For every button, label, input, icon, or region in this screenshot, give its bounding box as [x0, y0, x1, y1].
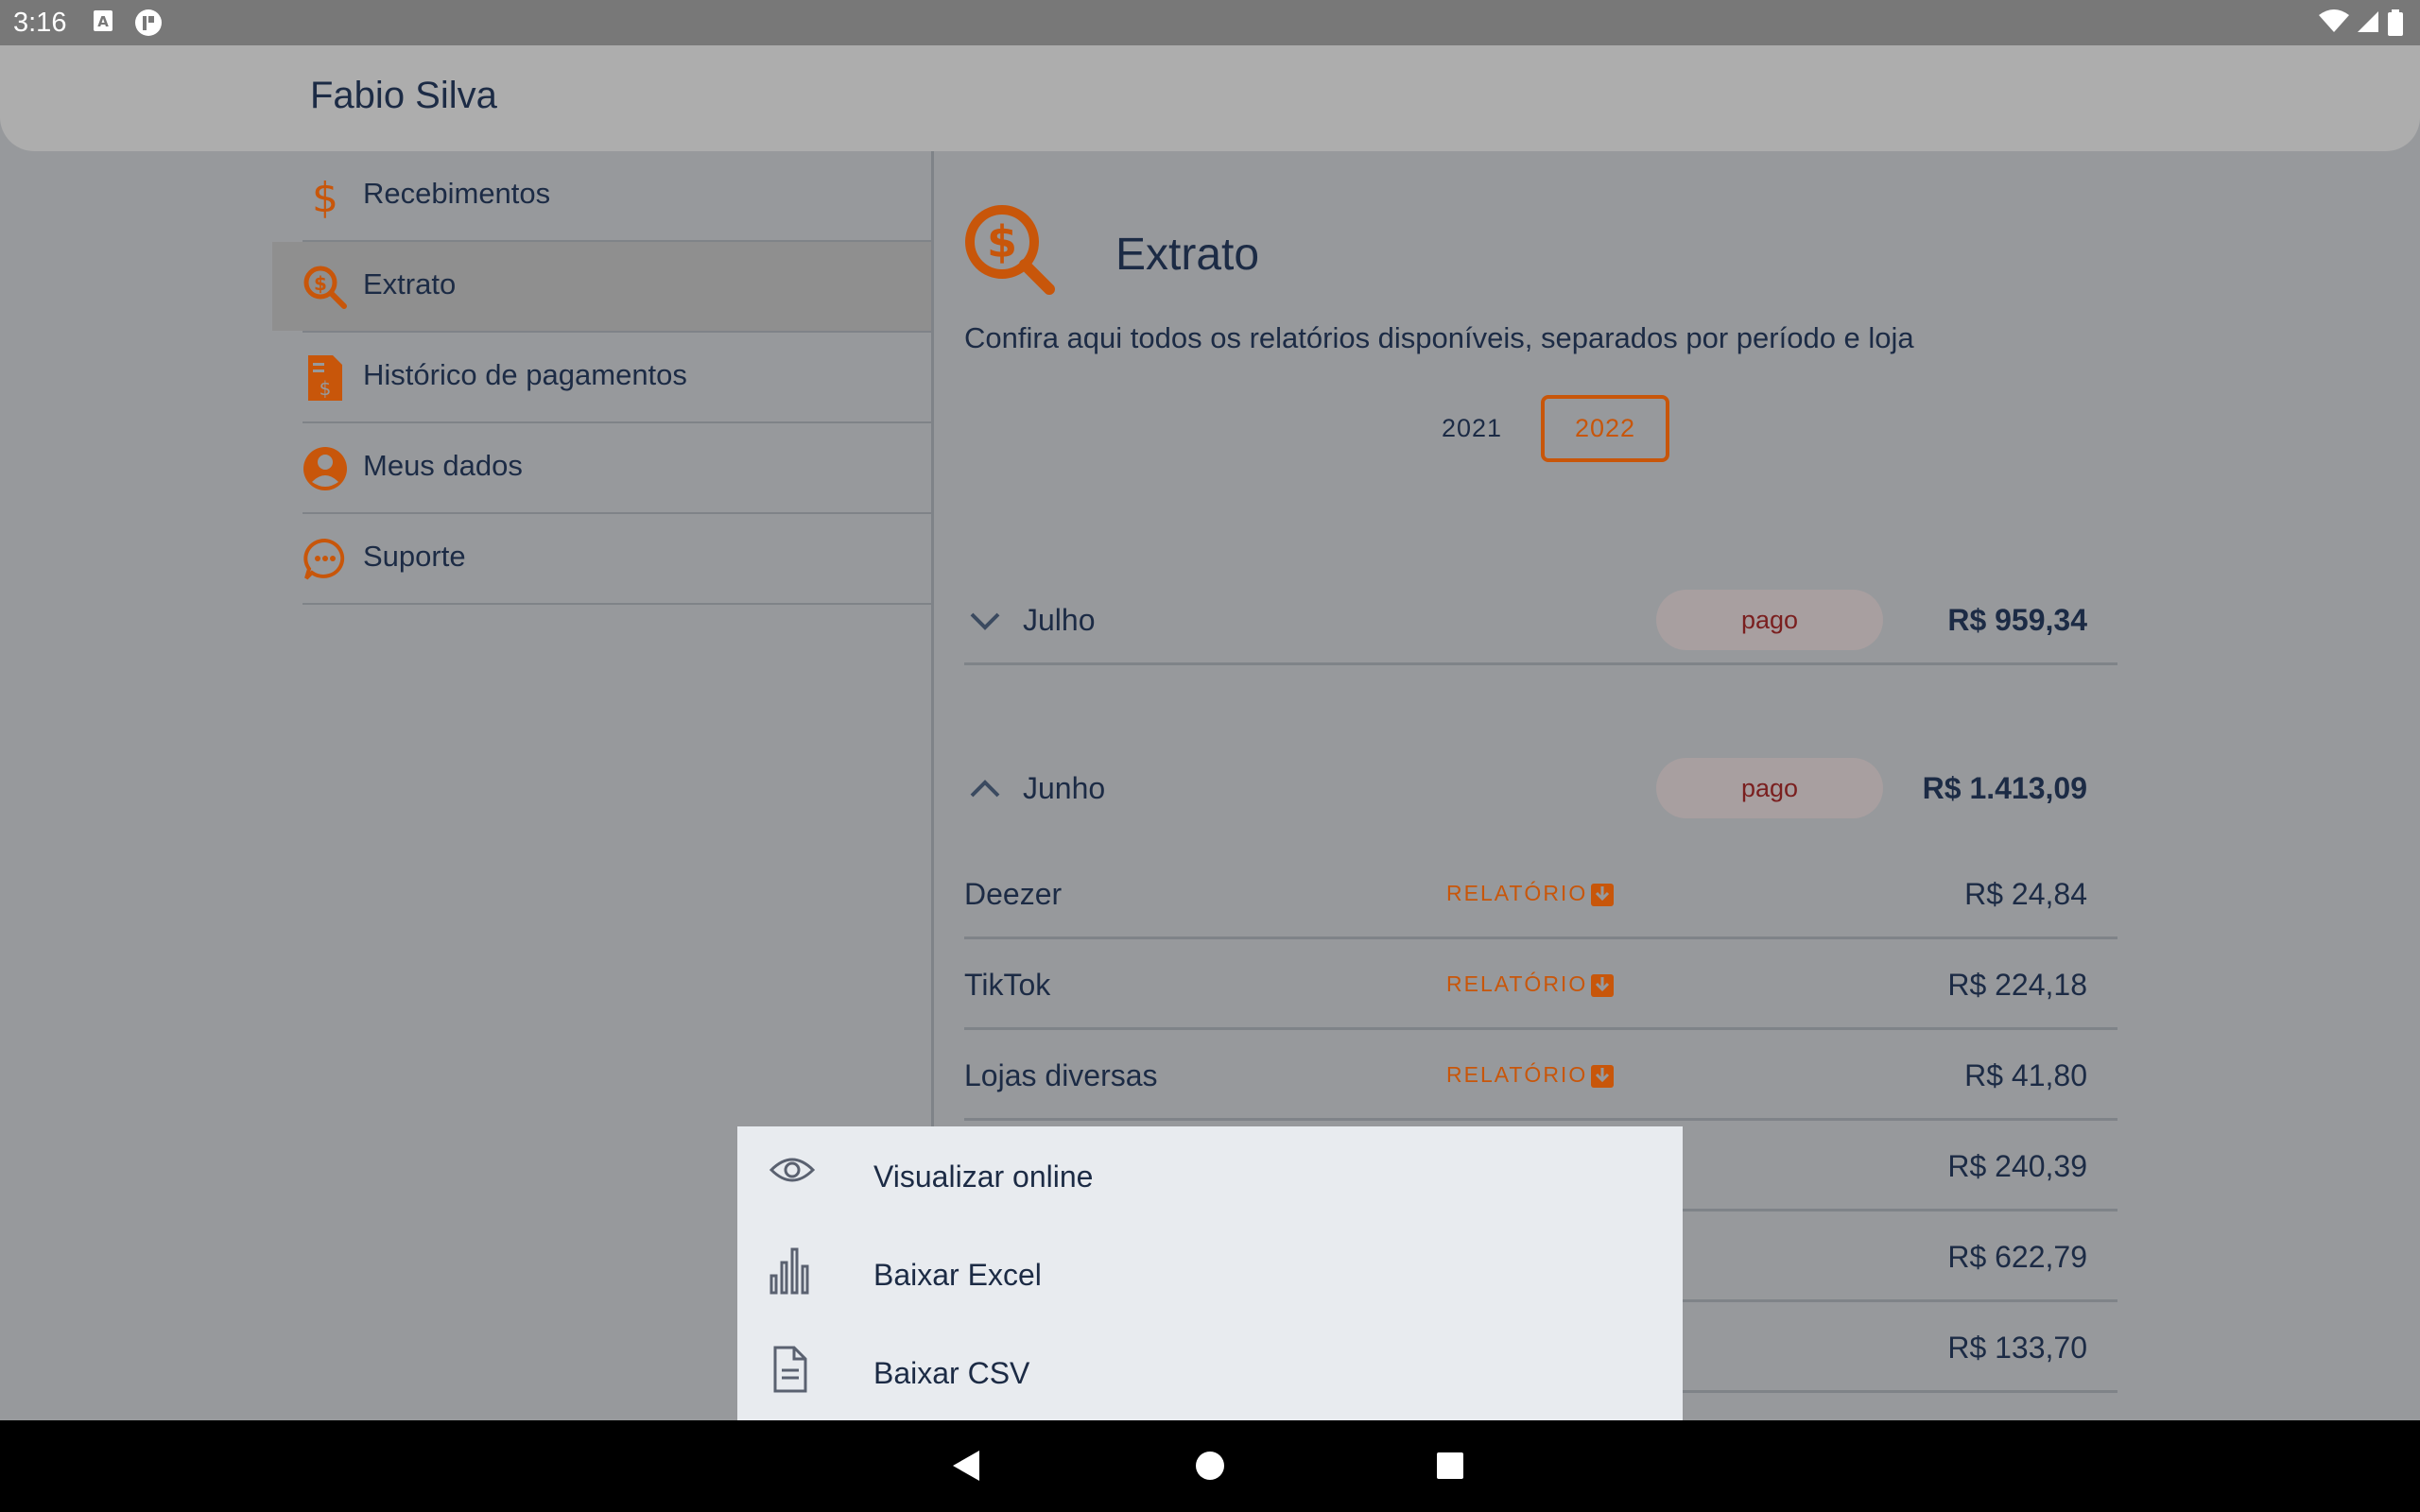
status-badge: pago	[1656, 590, 1883, 650]
sidebar-item-label: Recebimentos	[363, 177, 551, 210]
month-label: Junho	[1023, 771, 1106, 805]
chevron-down-icon	[970, 612, 1000, 630]
option-label: Visualizar online	[873, 1160, 1094, 1194]
report-label: RELATÓRIO	[1446, 881, 1588, 905]
system-nav-bar	[0, 1420, 2420, 1512]
option-label: Baixar Excel	[873, 1258, 1042, 1292]
home-icon[interactable]	[1193, 1447, 1227, 1485]
page-title: Extrato	[1115, 230, 1260, 280]
year-tab-2022[interactable]: 2022	[1541, 395, 1669, 462]
download-csv-option[interactable]: Baixar CSV	[737, 1323, 1683, 1421]
svg-text:A: A	[97, 13, 109, 30]
store-name: Lojas diversas	[964, 1058, 1158, 1092]
item-amount: R$ 41,80	[1964, 1058, 2087, 1092]
month-row-julho[interactable]: Julho pago R$ 959,34	[964, 578, 2118, 665]
sidebar-item-suporte[interactable]: Suporte	[302, 514, 932, 605]
app-header: Fabio Silva	[0, 45, 2420, 151]
svg-text:$: $	[320, 377, 332, 400]
page-subtitle: Confira aqui todos os relatórios disponí…	[964, 321, 1914, 354]
file-icon	[773, 1346, 807, 1393]
invoice-icon: $	[308, 355, 342, 401]
chevron-up-icon	[970, 780, 1000, 798]
a-notification-icon: A	[94, 10, 112, 31]
sidebar-item-label: Suporte	[363, 540, 466, 573]
list-item: Lojas diversas RELATÓRIO R$ 41,80	[964, 1030, 2118, 1121]
battery-icon	[2388, 9, 2403, 36]
status-time: 3:16	[13, 8, 67, 38]
status-badge: pago	[1656, 758, 1883, 818]
svg-text:$: $	[987, 216, 1017, 267]
sidebar-item-label: Meus dados	[363, 449, 523, 482]
year-tab-2021[interactable]: 2021	[1409, 395, 1535, 462]
download-icon	[1591, 1064, 1615, 1088]
user-icon	[303, 447, 347, 490]
sidebar-item-recebimentos[interactable]: $ Recebimentos	[302, 151, 932, 242]
download-options-sheet: Visualizar online Baixar Excel Baixar CS…	[737, 1126, 1683, 1421]
item-amount: R$ 24,84	[1964, 877, 2087, 911]
bar-chart-icon	[769, 1247, 809, 1295]
item-amount: R$ 622,79	[1947, 1240, 2087, 1274]
sidebar-item-label: Histórico de pagamentos	[363, 358, 687, 391]
signal-icon	[2358, 11, 2378, 32]
chat-icon	[303, 538, 345, 580]
month-label: Julho	[1023, 603, 1096, 637]
user-name: Fabio Silva	[310, 75, 497, 116]
report-download-link[interactable]: RELATÓRIO	[1446, 971, 1615, 997]
svg-text:$: $	[314, 272, 327, 295]
item-amount: R$ 133,70	[1947, 1331, 2087, 1365]
download-icon	[1591, 973, 1615, 997]
search-dollar-icon: $	[303, 266, 347, 309]
dollar-icon: $	[312, 174, 338, 221]
report-download-link[interactable]: RELATÓRIO	[1446, 1062, 1615, 1088]
store-name: Deezer	[964, 877, 1063, 911]
recents-icon[interactable]	[1433, 1447, 1467, 1485]
item-amount: R$ 240,39	[1947, 1149, 2087, 1183]
download-icon	[1591, 883, 1615, 906]
item-amount: R$ 224,18	[1947, 968, 2087, 1002]
eye-icon	[769, 1158, 816, 1182]
sidebar-item-extrato[interactable]: $ Extrato	[302, 242, 932, 333]
store-name: TikTok	[964, 968, 1051, 1002]
list-item: Deezer RELATÓRIO R$ 24,84	[964, 849, 2118, 939]
month-amount: R$ 1.413,09	[1922, 771, 2087, 805]
download-excel-option[interactable]: Baixar Excel	[737, 1225, 1683, 1323]
app-notification-icon	[135, 9, 162, 36]
svg-text:$: $	[312, 174, 338, 221]
search-dollar-icon: $	[965, 205, 1055, 295]
wifi-icon	[2319, 9, 2349, 32]
status-bar: 3:16 A	[0, 0, 2420, 45]
sidebar-item-historico[interactable]: $ Histórico de pagamentos	[302, 333, 932, 423]
month-row-junho[interactable]: Junho pago R$ 1.413,09	[964, 747, 2118, 833]
back-icon[interactable]	[949, 1447, 983, 1485]
month-amount: R$ 959,34	[1947, 603, 2087, 637]
list-item: TikTok RELATÓRIO R$ 224,18	[964, 939, 2118, 1030]
report-label: RELATÓRIO	[1446, 1062, 1588, 1087]
report-label: RELATÓRIO	[1446, 971, 1588, 996]
view-online-option[interactable]: Visualizar online	[737, 1126, 1683, 1225]
sidebar-item-meus-dados[interactable]: Meus dados	[302, 423, 932, 514]
report-download-link[interactable]: RELATÓRIO	[1446, 881, 1615, 906]
option-label: Baixar CSV	[873, 1356, 1030, 1390]
sidebar-item-label: Extrato	[363, 267, 457, 301]
